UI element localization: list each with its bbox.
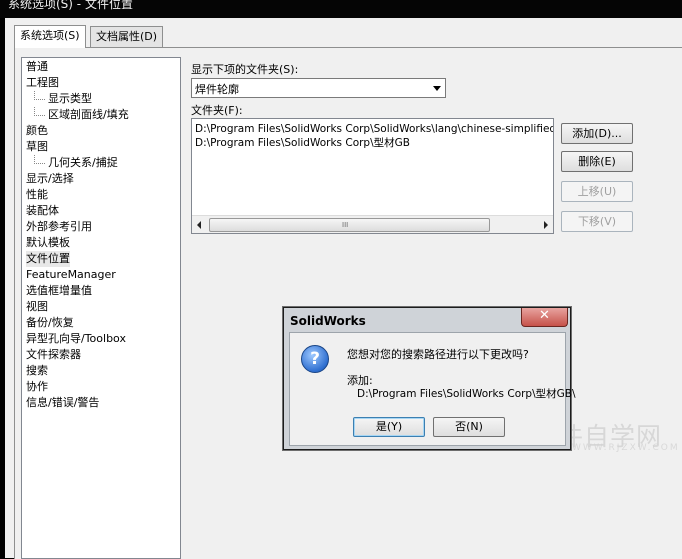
- window-title: 系统选项(S) - 文件位置: [8, 0, 133, 11]
- scroll-grip: III: [342, 221, 349, 229]
- no-button[interactable]: 否(N): [433, 417, 505, 437]
- tree-item-external-references[interactable]: 外部参考引用: [26, 219, 92, 235]
- dialog-message: 您想对您的搜索路径进行以下更改吗?: [347, 348, 529, 361]
- show-folders-value: 焊件轮廓: [195, 83, 239, 96]
- show-folders-select[interactable]: 焊件轮廓: [191, 78, 446, 98]
- window-titlebar: 系统选项(S) - 文件位置: [0, 0, 682, 18]
- folders-label: 文件夹(F):: [191, 104, 243, 117]
- list-item[interactable]: D:\Program Files\SolidWorks Corp\型材GB: [195, 136, 410, 150]
- tree-item-collaboration[interactable]: 协作: [26, 379, 48, 395]
- tree-item-label: 显示类型: [48, 92, 92, 105]
- tree-branch-line: [34, 107, 45, 116]
- chevron-down-icon[interactable]: [433, 86, 441, 91]
- scroll-right-icon[interactable]: [544, 221, 548, 229]
- options-tree[interactable]: 普通 工程图 显示类型 区域剖面线/填充 颜色 草图 几何关系/捕捉 显示/选择…: [21, 57, 181, 559]
- move-down-button[interactable]: 下移(V): [561, 211, 633, 232]
- tree-item-default-templates[interactable]: 默认模板: [26, 235, 70, 251]
- dialog-add-path: D:\Program Files\SolidWorks Corp\型材GB\: [357, 388, 576, 400]
- scroll-left-icon[interactable]: [197, 221, 201, 229]
- tree-item-sketch[interactable]: 草图: [26, 139, 48, 155]
- tree-item-featuremanager[interactable]: FeatureManager: [26, 267, 116, 283]
- watermark-url: WWW.RJZXW.COM: [572, 443, 680, 453]
- tree-item-relations-snaps[interactable]: 几何关系/捕捉: [34, 155, 118, 171]
- tree-item-general[interactable]: 普通: [26, 59, 48, 75]
- tree-branch-line: [34, 155, 45, 164]
- tree-item-area-hatch[interactable]: 区域剖面线/填充: [34, 107, 129, 123]
- tree-item-spin-box-increments[interactable]: 选值框增量值: [26, 283, 92, 299]
- scroll-thumb[interactable]: III: [209, 218, 490, 232]
- tree-item-file-explorer[interactable]: 文件探索器: [26, 347, 81, 363]
- tree-item-display-type[interactable]: 显示类型: [34, 91, 92, 107]
- options-window: 系统选项(S) 文档属性(D) 普通 工程图 显示类型 区域剖面线/填充 颜色 …: [5, 18, 682, 559]
- close-button[interactable]: ✕: [521, 308, 568, 327]
- tree-item-messages-errors-warnings[interactable]: 信息/错误/警告: [26, 395, 99, 411]
- list-item[interactable]: D:\Program Files\SolidWorks Corp\SolidWo…: [195, 122, 553, 136]
- tree-item-label: 区域剖面线/填充: [48, 108, 129, 121]
- move-up-button[interactable]: 上移(U): [561, 181, 633, 202]
- tree-item-drawings[interactable]: 工程图: [26, 75, 59, 91]
- add-folder-button[interactable]: 添加(D)...: [561, 123, 633, 144]
- tree-branch-line: [34, 91, 45, 100]
- tab-panel: 普通 工程图 显示类型 区域剖面线/填充 颜色 草图 几何关系/捕捉 显示/选择…: [14, 47, 682, 559]
- tree-item-backup-recover[interactable]: 备份/恢复: [26, 315, 74, 331]
- close-icon: ✕: [539, 308, 550, 323]
- tree-item-performance[interactable]: 性能: [26, 187, 48, 203]
- delete-folder-button[interactable]: 删除(E): [561, 151, 633, 172]
- tree-item-colors[interactable]: 颜色: [26, 123, 48, 139]
- tree-item-search[interactable]: 搜索: [26, 363, 48, 379]
- confirm-dialog: SolidWorks ✕ ? 您想对您的搜索路径进行以下更改吗? 添加: D:\…: [283, 307, 576, 450]
- show-folders-label: 显示下项的文件夹(S):: [191, 63, 299, 76]
- tree-item-file-locations[interactable]: 文件位置: [26, 251, 70, 267]
- dialog-title: SolidWorks: [290, 314, 366, 328]
- tab-document-properties[interactable]: 文档属性(D): [90, 26, 164, 47]
- tree-item-hole-wizard-toolbox[interactable]: 异型孔向导/Toolbox: [26, 331, 126, 347]
- horizontal-scrollbar[interactable]: III: [192, 215, 553, 233]
- tree-item-view[interactable]: 视图: [26, 299, 48, 315]
- tree-item-display-selection[interactable]: 显示/选择: [26, 171, 74, 187]
- question-icon: ?: [301, 345, 329, 373]
- tree-item-label: 几何关系/捕捉: [48, 156, 118, 169]
- tab-system-options[interactable]: 系统选项(S): [14, 25, 86, 48]
- dialog-body: ? 您想对您的搜索路径进行以下更改吗? 添加: D:\Program Files…: [289, 332, 576, 446]
- yes-button[interactable]: 是(Y): [353, 417, 425, 437]
- folders-list[interactable]: D:\Program Files\SolidWorks Corp\SolidWo…: [191, 118, 554, 234]
- tree-item-assemblies[interactable]: 装配体: [26, 203, 59, 219]
